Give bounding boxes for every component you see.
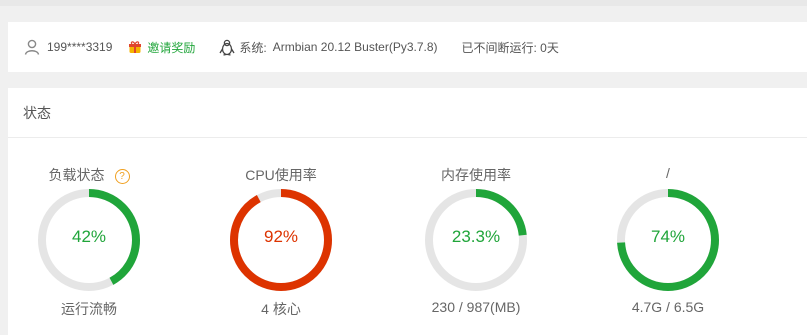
question-icon[interactable]: ? bbox=[114, 169, 130, 184]
gauge-value: 23.3% bbox=[451, 227, 501, 246]
user-icon bbox=[24, 39, 40, 55]
gauge-subtitle: 4 核心 bbox=[261, 301, 301, 317]
gauge-subtitle: 运行流畅 bbox=[61, 301, 117, 317]
gauge-title: CPU使用率 bbox=[201, 165, 361, 185]
gauge-title-text: / bbox=[666, 165, 670, 181]
panel-title: 状态 bbox=[8, 88, 807, 138]
gauge-title-text: CPU使用率 bbox=[245, 167, 317, 183]
uptime-label: 已不间断运行: 0天 bbox=[461, 40, 559, 55]
gauge-title: 负载状态? bbox=[9, 165, 169, 185]
top-border bbox=[0, 0, 807, 6]
gift-icon bbox=[129, 41, 142, 53]
gauge-subtitle: 4.7G / 6.5G bbox=[631, 299, 705, 315]
linux-penguin-icon bbox=[219, 39, 235, 56]
gauge-title: / bbox=[588, 165, 748, 181]
gauge-value: 92% bbox=[263, 227, 299, 246]
username-label: 199****3319 bbox=[47, 40, 113, 54]
gauge-value: 42% bbox=[71, 227, 107, 246]
gauge-subtitle: 230 / 987(MB) bbox=[431, 299, 521, 315]
info-bar: 199****3319 邀请奖励 系统: Armbian 20.12 Buste… bbox=[8, 22, 807, 72]
system-label: 系统: bbox=[239, 40, 267, 55]
gauge-value: 74% bbox=[650, 227, 686, 246]
status-panel: 状态 负载状态? 42% 运行流畅 CPU使用率 92% 4 核心 内存使用率 23.3% 23… bbox=[8, 88, 807, 335]
gauge-title-text: 内存使用率 bbox=[441, 167, 511, 183]
system-value: Armbian 20.12 Buster(Py3.7.8) bbox=[272, 40, 438, 54]
gauge-title: 内存使用率 bbox=[396, 165, 556, 185]
invite-reward-link[interactable]: 邀请奖励 bbox=[147, 39, 195, 56]
gauge-title-text: 负载状态 bbox=[48, 167, 105, 183]
